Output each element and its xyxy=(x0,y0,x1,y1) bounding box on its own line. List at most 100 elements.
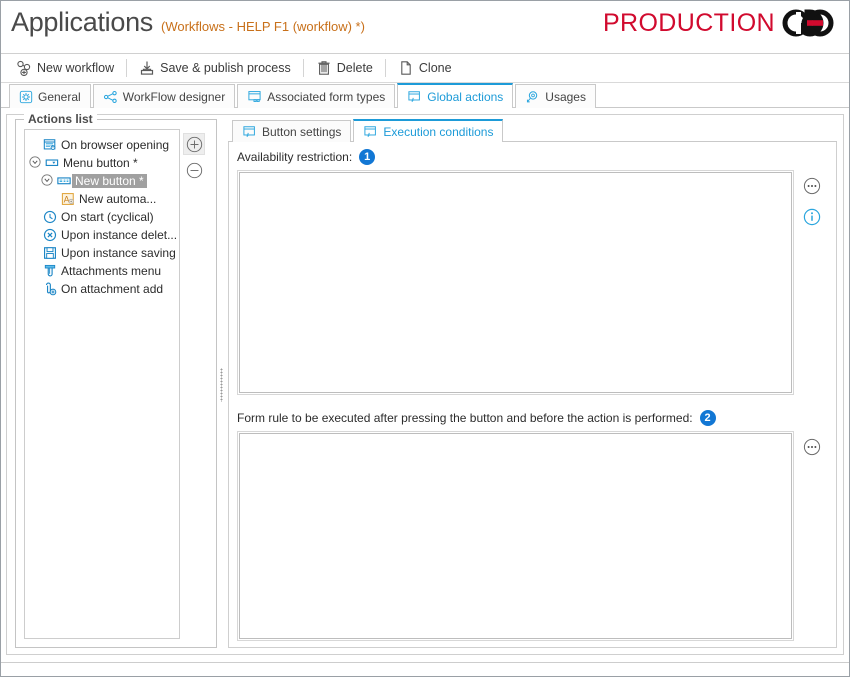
main-toolbar: New workflow Save & publish process Dele… xyxy=(1,53,849,83)
actions-list-groupbox: Actions list On browser opening Menu but… xyxy=(15,112,217,648)
add-action-button[interactable] xyxy=(183,133,205,155)
tree-item-upon-instance-deleting[interactable]: Upon instance delet... xyxy=(27,226,177,244)
tree-item-on-browser-opening[interactable]: On browser opening xyxy=(27,136,177,154)
availability-restriction-label: Availability restriction: xyxy=(237,150,353,164)
details-pane: Button settings Execution conditions Ava… xyxy=(226,115,843,654)
delete-button[interactable]: Delete xyxy=(309,58,380,78)
form-rule-editor-row xyxy=(237,431,830,641)
toolbar-separator xyxy=(384,59,386,77)
toolbar-separator xyxy=(126,59,128,77)
plus-circle-icon xyxy=(186,136,202,152)
clone-button[interactable]: Clone xyxy=(391,58,459,78)
availability-editor-row xyxy=(237,170,830,396)
tab-global-actions[interactable]: Global actions xyxy=(397,83,514,108)
page-subtitle: (Workflows - HELP F1 (workflow) *) xyxy=(161,19,365,34)
expander-chevron-down-icon[interactable] xyxy=(29,155,43,171)
tree-item-on-start-cyclical[interactable]: On start (cyclical) xyxy=(27,208,177,226)
tree-item-new-button[interactable]: New button * xyxy=(27,172,177,190)
tab-associated-form-types[interactable]: Associated form types xyxy=(237,84,396,108)
execution-conditions-icon xyxy=(364,125,377,137)
tree-item-label: New automa... xyxy=(79,192,157,206)
brand-name: PRODUCTION xyxy=(602,8,775,37)
main-tabbar: General WorkFlow designer Associated for… xyxy=(1,83,849,108)
form-rule-side-buttons xyxy=(794,431,830,641)
tree-item-label: On browser opening xyxy=(61,138,170,152)
automation-icon: A xyxy=(59,192,76,206)
form-rule-editor-container xyxy=(237,431,794,641)
tree-item-menu-button[interactable]: Menu button * xyxy=(27,154,177,172)
trash-icon xyxy=(318,61,330,75)
tab-usages[interactable]: Usages xyxy=(515,84,596,108)
field-gap xyxy=(237,395,830,409)
copy-icon xyxy=(401,61,411,75)
form-rule-input[interactable] xyxy=(239,433,792,639)
form-rule-badge: 2 xyxy=(699,410,716,427)
delete-label: Delete xyxy=(336,61,373,75)
availability-ellipsis-button[interactable] xyxy=(803,177,821,200)
info-icon xyxy=(803,208,821,226)
form-rule-ellipsis-button[interactable] xyxy=(803,438,821,461)
availability-restriction-label-row: Availability restriction: 1 xyxy=(237,149,830,165)
workflow-icon xyxy=(103,90,117,103)
minus-circle-icon xyxy=(186,162,202,178)
tree-item-label: Menu button * xyxy=(63,156,138,170)
clock-icon xyxy=(41,210,58,224)
tree-item-label: On start (cyclical) xyxy=(61,210,154,224)
brand-block: PRODUCTION xyxy=(603,8,837,38)
remove-action-button[interactable] xyxy=(183,159,205,181)
availability-side-buttons xyxy=(794,170,830,395)
actions-tree[interactable]: On browser opening Menu button * New but… xyxy=(24,129,180,639)
tab-general-label: General xyxy=(38,89,81,104)
page-header: Applications (Workflows - HELP F1 (workf… xyxy=(1,1,849,53)
toolbar-separator xyxy=(302,59,304,77)
tab-general[interactable]: General xyxy=(9,84,91,108)
new-workflow-icon xyxy=(17,60,31,76)
ellipsis-icon xyxy=(803,177,821,195)
attachments-menu-icon xyxy=(41,264,58,278)
production-logo-icon xyxy=(782,9,834,37)
attachment-add-icon xyxy=(41,282,58,296)
svg-text:A: A xyxy=(63,195,69,205)
tab-usages-label: Usages xyxy=(545,89,586,104)
tree-item-label: Attachments menu xyxy=(61,264,162,278)
execution-conditions-panel: Availability restriction: 1 Form rule to… xyxy=(228,142,837,648)
availability-restriction-input[interactable] xyxy=(239,172,792,394)
tree-item-on-attachment-add[interactable]: On attachment add xyxy=(27,280,177,298)
tree-item-upon-instance-saving[interactable]: Upon instance saving xyxy=(27,244,177,262)
tree-item-label: New button * xyxy=(72,174,147,188)
tree-buttons xyxy=(180,129,208,639)
ellipsis-icon xyxy=(803,438,821,456)
application-window: Applications (Workflows - HELP F1 (workf… xyxy=(0,0,850,677)
usages-icon xyxy=(527,90,538,102)
tab-button-settings[interactable]: Button settings xyxy=(232,120,352,142)
tab-button-settings-label: Button settings xyxy=(262,124,342,139)
new-workflow-label: New workflow xyxy=(37,61,115,75)
tree-item-attachments-menu[interactable]: Attachments menu xyxy=(27,262,177,280)
details-tabbar: Button settings Execution conditions xyxy=(228,119,837,142)
tree-item-new-automation[interactable]: A New automa... xyxy=(27,190,177,208)
expander-chevron-down-icon[interactable] xyxy=(41,173,55,189)
tab-execution-conditions[interactable]: Execution conditions xyxy=(353,119,504,142)
availability-info-button[interactable] xyxy=(803,208,821,231)
save-instance-icon xyxy=(41,246,58,260)
new-workflow-button[interactable]: New workflow xyxy=(9,58,121,78)
page-title: Applications xyxy=(11,7,153,37)
form-types-icon xyxy=(248,90,261,102)
global-actions-icon xyxy=(408,90,421,102)
tab-workflow-designer[interactable]: WorkFlow designer xyxy=(92,84,236,108)
content-panel: Actions list On browser opening Menu but… xyxy=(6,112,844,655)
tab-workflow-designer-label: WorkFlow designer xyxy=(122,89,226,104)
actions-list-pane: Actions list On browser opening Menu but… xyxy=(7,112,217,654)
pane-splitter[interactable] xyxy=(217,115,226,654)
save-publish-button[interactable]: Save & publish process xyxy=(132,58,298,78)
availability-badge: 1 xyxy=(359,149,376,165)
tree-item-label: On attachment add xyxy=(61,282,164,296)
save-publish-icon xyxy=(141,61,154,75)
save-publish-label: Save & publish process xyxy=(160,61,291,75)
tree-item-label: Upon instance delet... xyxy=(61,228,178,242)
new-button-icon xyxy=(55,176,72,186)
form-rule-label-row: Form rule to be executed after pressing … xyxy=(237,410,830,427)
content-area: Actions list On browser opening Menu but… xyxy=(1,108,849,660)
clone-label: Clone xyxy=(418,61,452,75)
tab-global-actions-label: Global actions xyxy=(427,89,504,104)
